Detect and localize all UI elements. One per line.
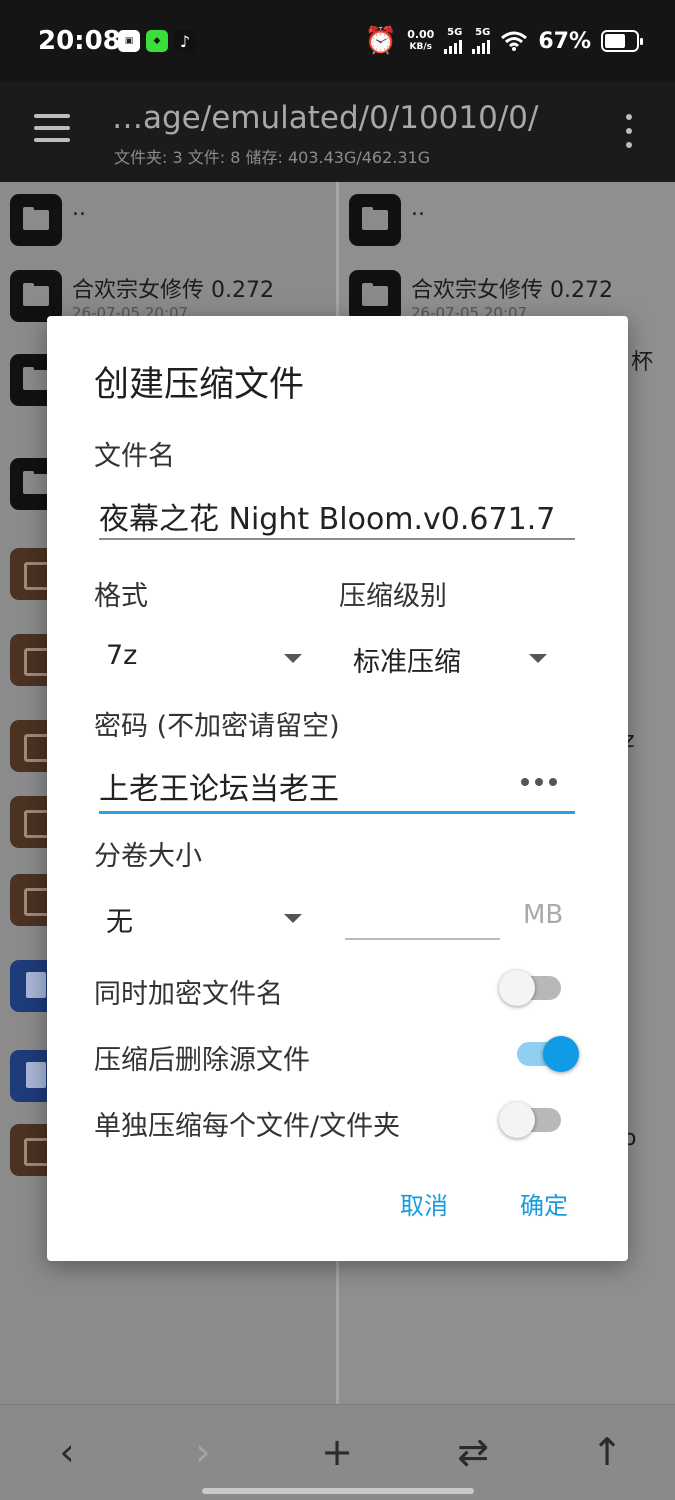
- delete-source-toggle[interactable]: [513, 1034, 579, 1074]
- dropdown-arrow-icon: [529, 654, 547, 663]
- toolbar: …age/emulated/0/10010/0/ 文件夹: 3 文件: 8 储存…: [0, 82, 675, 182]
- dialog-title: 创建压缩文件: [94, 365, 305, 405]
- tiktok-icon: ♪: [174, 30, 196, 52]
- folder-icon: [10, 270, 62, 322]
- bottom-bar: ‹ › + ⇄ ↑: [0, 1404, 675, 1500]
- list-item-label: 杯: [631, 350, 654, 375]
- cancel-button[interactable]: 取消: [400, 1186, 448, 1221]
- signal-1: 5G: [444, 28, 463, 54]
- battery-icon: [601, 30, 643, 52]
- format-label: 格式: [94, 581, 148, 612]
- option-label: 压缩后删除源文件: [94, 1045, 310, 1076]
- app-icon-1: ▣: [118, 30, 140, 52]
- status-app-icons: ▣ ◆ ♪: [118, 30, 196, 52]
- folder-icon: [349, 270, 401, 322]
- compress-separately-toggle[interactable]: [499, 1100, 565, 1140]
- volume-size-select[interactable]: 无: [94, 892, 314, 942]
- password-input[interactable]: 上老王论坛当老王: [99, 756, 575, 814]
- list-item[interactable]: ..: [0, 182, 336, 262]
- signal-2: 5G: [472, 28, 491, 54]
- home-indicator[interactable]: [202, 1488, 474, 1494]
- add-icon[interactable]: +: [312, 1427, 362, 1477]
- compression-level-label: 压缩级别: [339, 581, 447, 612]
- filename-label: 文件名: [94, 441, 175, 472]
- password-value: 上老王论坛当老王: [99, 772, 339, 807]
- volume-unit: MB: [523, 900, 564, 930]
- folder-icon: [349, 194, 401, 246]
- volume-size-label: 分卷大小: [94, 841, 202, 872]
- signal-bars-icon: [444, 38, 463, 54]
- status-bar: 20:08 ▣ ◆ ♪ ⏰ 0.00 KB/s 5G 5G 67%: [0, 0, 675, 82]
- forward-icon[interactable]: ›: [178, 1427, 228, 1477]
- swap-icon[interactable]: ⇄: [448, 1427, 498, 1477]
- net-speed: 0.00 KB/s: [407, 28, 435, 53]
- signal-bars-icon: [472, 38, 491, 54]
- up-directory-icon[interactable]: ↑: [582, 1427, 632, 1477]
- compression-level-select[interactable]: 标准压缩: [341, 632, 561, 682]
- wifi-icon: [501, 31, 528, 51]
- current-path[interactable]: …age/emulated/0/10010/0/: [112, 100, 538, 136]
- storage-summary: 文件夹: 3 文件: 8 储存: 403.43G/462.31G: [114, 148, 431, 167]
- status-indicators: ⏰ 0.00 KB/s 5G 5G 67%: [364, 26, 643, 56]
- option-label: 单独压缩每个文件/文件夹: [94, 1111, 401, 1142]
- filename-input[interactable]: 夜幕之花 Night Bloom.v0.671.7: [99, 488, 575, 540]
- dropdown-arrow-icon: [284, 654, 302, 663]
- volume-size-input[interactable]: [345, 892, 500, 940]
- menu-icon[interactable]: [34, 114, 70, 142]
- alarm-icon: ⏰: [364, 26, 398, 56]
- password-label: 密码 (不加密请留空): [94, 711, 340, 742]
- dropdown-arrow-icon: [284, 914, 302, 923]
- list-item[interactable]: ..: [339, 182, 675, 262]
- app-icon-2: ◆: [146, 30, 168, 52]
- more-options-icon[interactable]: [624, 114, 634, 148]
- battery-percent: 67%: [538, 28, 591, 54]
- format-select[interactable]: 7z: [94, 632, 314, 682]
- create-archive-dialog: 创建压缩文件 文件名 夜幕之花 Night Bloom.v0.671.7 格式 …: [47, 316, 628, 1261]
- encrypt-filenames-toggle[interactable]: [499, 968, 565, 1008]
- filename-value: 夜幕之花 Night Bloom.v0.671.7: [99, 502, 556, 537]
- folder-icon: [10, 194, 62, 246]
- ok-button[interactable]: 确定: [520, 1186, 568, 1221]
- status-time: 20:08: [38, 26, 121, 56]
- back-icon[interactable]: ‹: [42, 1427, 92, 1477]
- option-label: 同时加密文件名: [94, 979, 283, 1010]
- password-visibility-icon[interactable]: [521, 776, 557, 788]
